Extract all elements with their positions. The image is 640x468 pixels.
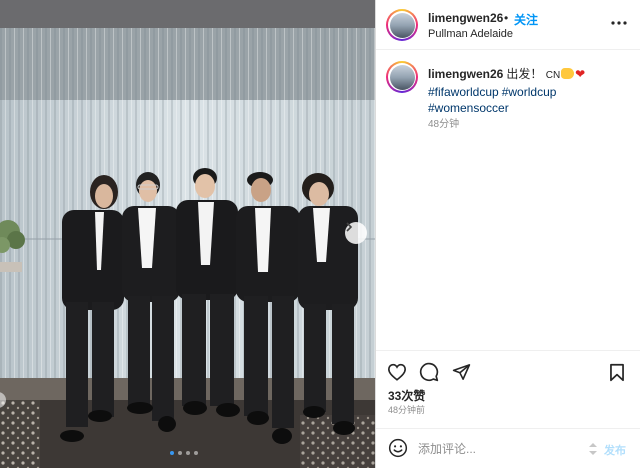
follow-button[interactable]: 关注 <box>514 11 538 28</box>
share-button[interactable] <box>450 361 472 383</box>
more-options-button[interactable] <box>608 13 630 33</box>
avatar[interactable] <box>386 9 418 41</box>
comment-icon <box>419 362 439 382</box>
caption-avatar[interactable] <box>386 61 418 93</box>
action-bar: 33次赞 48分钟前 <box>376 350 640 428</box>
hashtag-link[interactable]: #womensoccer <box>428 100 509 116</box>
like-count[interactable]: 33次赞 <box>388 387 425 404</box>
carousel-dot <box>194 451 198 455</box>
share-icon <box>452 364 470 380</box>
bookmark-icon <box>610 363 624 381</box>
more-horizontal-icon <box>611 21 627 25</box>
instagram-post: limengwen26 • 关注 Pullman Adelaide limeng… <box>0 0 640 468</box>
location-link[interactable]: Pullman Adelaide <box>428 28 513 40</box>
caption-timestamp: 48分钟 <box>428 119 460 130</box>
hashtag-link[interactable]: #worldcup <box>502 84 557 100</box>
red-heart-emoji: ❤ <box>575 67 586 81</box>
comment-bar: 发布 <box>376 428 640 468</box>
comment-button[interactable] <box>418 361 440 383</box>
carousel-next-button[interactable] <box>345 222 367 244</box>
team-photo-illustration <box>0 0 375 468</box>
chevron-right-icon <box>346 222 353 232</box>
comment-input[interactable] <box>418 438 588 460</box>
separator-dot: • <box>504 11 509 25</box>
smiley-icon <box>388 438 408 458</box>
like-button[interactable] <box>386 361 408 383</box>
post-photo[interactable] <box>0 0 375 468</box>
hashtag-link[interactable]: #fifaworldcup <box>428 84 499 100</box>
country-code: CN <box>545 70 561 81</box>
carousel-dot <box>170 451 174 455</box>
caption-username[interactable]: limengwen26 <box>428 67 503 81</box>
emoji-picker-button[interactable] <box>388 438 410 460</box>
carousel-dot <box>178 451 182 455</box>
heart-icon <box>387 363 407 381</box>
fist-bump-emoji <box>561 68 575 79</box>
sort-arrows-icon <box>589 443 597 455</box>
post-caption: limengwen26 出发！ CN ❤ #fifaworldcup #worldcu… <box>428 66 633 116</box>
post-header: limengwen26 • 关注 Pullman Adelaide <box>376 0 640 50</box>
post-comment-button[interactable]: 发布 <box>604 442 626 458</box>
carousel-indicator <box>170 451 198 455</box>
save-button[interactable] <box>606 361 628 383</box>
header-username[interactable]: limengwen26 <box>428 11 503 25</box>
post-side-panel: limengwen26 • 关注 Pullman Adelaide limeng… <box>375 0 640 468</box>
caption-text: 出发！ <box>506 67 543 81</box>
post-timestamp: 48分钟前 <box>388 405 426 415</box>
carousel-dot <box>186 451 190 455</box>
